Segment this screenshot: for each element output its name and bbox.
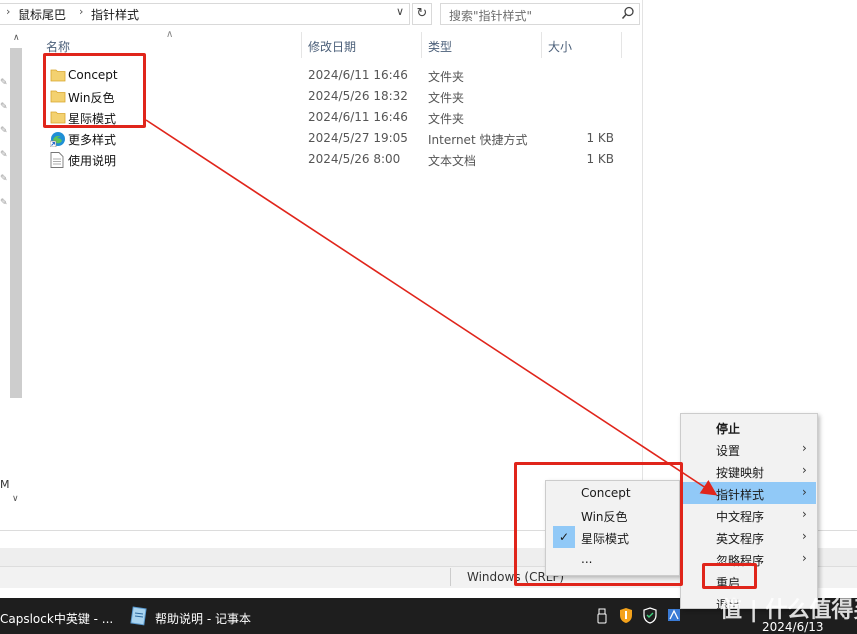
- annotation-arrow: [145, 119, 718, 496]
